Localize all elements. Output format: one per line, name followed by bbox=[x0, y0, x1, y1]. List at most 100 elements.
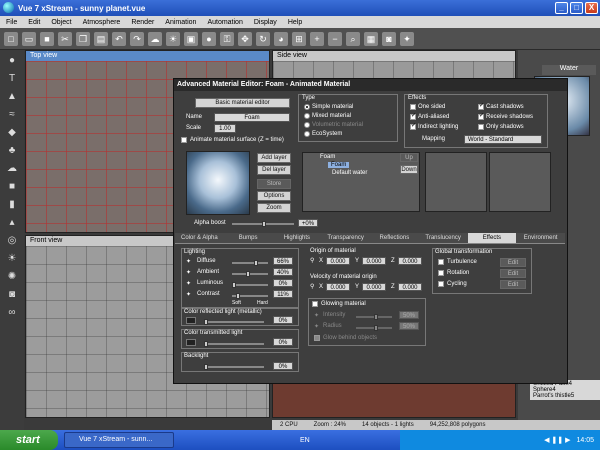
link-icon[interactable]: ∞ bbox=[5, 306, 19, 320]
options-button[interactable]: Options bbox=[257, 191, 291, 201]
turbulence-checkbox[interactable] bbox=[438, 259, 444, 265]
add-layer-button[interactable]: Add layer bbox=[257, 153, 291, 163]
luminous-slider[interactable] bbox=[232, 282, 268, 288]
move-layer-up-button[interactable]: Up bbox=[400, 153, 418, 162]
ecosystem-radio[interactable] bbox=[304, 131, 310, 137]
maximize-button[interactable]: □ bbox=[570, 2, 583, 14]
light-icon[interactable]: ✦ bbox=[400, 31, 414, 46]
transmitted-light-value[interactable]: 0% bbox=[273, 338, 293, 346]
menu-animation[interactable]: Animation bbox=[165, 19, 196, 26]
velocity-x-field[interactable]: 0.000 bbox=[326, 283, 350, 291]
rotation-checkbox[interactable] bbox=[438, 270, 444, 276]
menu-edit[interactable]: Edit bbox=[28, 19, 40, 26]
lock-icon[interactable]: ⚿ bbox=[220, 31, 234, 46]
undo-icon[interactable]: ↶ bbox=[112, 31, 126, 46]
name-field[interactable]: Foam bbox=[214, 113, 290, 122]
velocity-y-field[interactable]: 0.000 bbox=[362, 283, 386, 291]
menu-automation[interactable]: Automation bbox=[207, 19, 242, 26]
velocity-lock-icon[interactable]: ⚲ bbox=[310, 283, 314, 290]
bulb-icon[interactable]: ✺ bbox=[5, 270, 19, 284]
receive-shadows-checkbox[interactable] bbox=[478, 112, 484, 120]
backlight-value[interactable]: 0% bbox=[273, 362, 293, 370]
cast-shadows-checkbox[interactable] bbox=[478, 102, 484, 110]
transmitted-color-swatch[interactable] bbox=[186, 339, 196, 346]
menu-object[interactable]: Object bbox=[51, 19, 71, 26]
tab-highlights[interactable]: Highlights bbox=[273, 233, 322, 243]
tab-bumps[interactable]: Bumps bbox=[224, 233, 273, 243]
simple-material-radio[interactable] bbox=[304, 104, 310, 110]
list-item[interactable]: Parrot's thistle5 bbox=[533, 393, 597, 399]
material-preview-sphere[interactable] bbox=[186, 151, 250, 215]
animate-surface-checkbox[interactable] bbox=[181, 137, 187, 143]
rock-icon[interactable]: ◆ bbox=[5, 126, 19, 140]
rotation-edit-button[interactable]: Edit bbox=[500, 269, 526, 278]
tree-item-default-water[interactable]: Default water bbox=[332, 170, 367, 176]
zoom-button[interactable]: Zoom bbox=[257, 203, 291, 213]
glow-behind-objects-checkbox[interactable] bbox=[314, 335, 320, 341]
cone-icon[interactable]: ▴ bbox=[5, 216, 19, 230]
paste-icon[interactable]: ▤ bbox=[94, 31, 108, 46]
camera-icon[interactable]: ◙ bbox=[382, 31, 396, 46]
only-shadows-checkbox[interactable] bbox=[478, 124, 484, 130]
cut-icon[interactable]: ✂ bbox=[58, 31, 72, 46]
menu-render[interactable]: Render bbox=[131, 19, 154, 26]
indirect-lighting-checkbox[interactable] bbox=[410, 122, 416, 130]
grid-icon[interactable]: ▦ bbox=[364, 31, 378, 46]
text-icon[interactable]: T bbox=[5, 72, 19, 86]
alpha-boost-slider[interactable] bbox=[232, 221, 294, 227]
volumetric-material-radio[interactable] bbox=[304, 122, 310, 128]
origin-y-field[interactable]: 0.000 bbox=[362, 257, 386, 265]
menu-help[interactable]: Help bbox=[288, 19, 302, 26]
velocity-z-field[interactable]: 0.000 bbox=[398, 283, 422, 291]
language-indicator[interactable]: EN bbox=[300, 437, 310, 444]
tree-item-root[interactable]: Foam bbox=[320, 154, 335, 160]
tab-translucency[interactable]: Translucency bbox=[419, 233, 468, 243]
ambient-slider[interactable] bbox=[232, 271, 268, 277]
diffuse-value[interactable]: 66% bbox=[273, 257, 293, 265]
camera-tool-icon[interactable]: ◙ bbox=[5, 288, 19, 302]
diffuse-slider[interactable] bbox=[232, 260, 268, 266]
glowing-material-checkbox[interactable] bbox=[312, 301, 318, 307]
mixed-material-radio[interactable] bbox=[304, 113, 310, 119]
intensity-slider[interactable] bbox=[356, 314, 392, 320]
torus-icon[interactable]: ◎ bbox=[5, 234, 19, 248]
open-icon[interactable]: ▭ bbox=[22, 31, 36, 46]
mapping-select[interactable]: World - Standard bbox=[464, 135, 542, 144]
atmosphere-icon[interactable]: ☀ bbox=[166, 31, 180, 46]
tab-environment[interactable]: Environment bbox=[516, 233, 565, 243]
ambient-value[interactable]: 40% bbox=[273, 268, 293, 276]
zoom-fit-icon[interactable]: ⌕ bbox=[346, 31, 360, 46]
save-icon[interactable]: ■ bbox=[40, 31, 54, 46]
cloud-icon[interactable]: ☁ bbox=[148, 31, 162, 46]
sphere-icon[interactable]: ● bbox=[5, 54, 19, 68]
menu-display[interactable]: Display bbox=[254, 19, 277, 26]
cube-icon[interactable]: ■ bbox=[5, 180, 19, 194]
terrain-icon[interactable]: ▲ bbox=[5, 90, 19, 104]
anti-aliased-checkbox[interactable] bbox=[410, 112, 416, 120]
backlight-slider[interactable] bbox=[204, 364, 264, 370]
menu-file[interactable]: File bbox=[6, 19, 17, 26]
intensity-value[interactable]: 50% bbox=[399, 311, 419, 319]
tab-color-alpha[interactable]: Color & Alpha bbox=[175, 233, 224, 243]
render-icon[interactable]: ▣ bbox=[184, 31, 198, 46]
scale-field[interactable]: 1.00 bbox=[214, 124, 236, 133]
radius-slider[interactable] bbox=[356, 325, 392, 331]
start-button[interactable]: start bbox=[0, 430, 58, 450]
transmitted-light-slider[interactable] bbox=[204, 341, 264, 347]
copy-icon[interactable]: ❐ bbox=[76, 31, 90, 46]
del-layer-button[interactable]: Del layer bbox=[257, 165, 291, 175]
minimize-button[interactable]: _ bbox=[555, 2, 568, 14]
cycling-checkbox[interactable] bbox=[438, 281, 444, 287]
one-sided-checkbox[interactable] bbox=[410, 104, 416, 110]
sun-icon[interactable]: ☀ bbox=[5, 252, 19, 266]
contrast-slider[interactable] bbox=[232, 293, 268, 299]
contrast-value[interactable]: 11% bbox=[273, 290, 293, 298]
origin-x-field[interactable]: 0.000 bbox=[326, 257, 350, 265]
basic-material-editor-button[interactable]: Basic material editor bbox=[195, 98, 290, 108]
cylinder-icon[interactable]: ▮ bbox=[5, 198, 19, 212]
alpha-boost-value[interactable]: +0% bbox=[298, 219, 318, 227]
tab-reflections[interactable]: Reflections bbox=[370, 233, 419, 243]
color-icon[interactable]: ◕ bbox=[274, 31, 288, 46]
new-icon[interactable]: □ bbox=[4, 31, 18, 46]
reflected-light-value[interactable]: 0% bbox=[273, 316, 293, 324]
